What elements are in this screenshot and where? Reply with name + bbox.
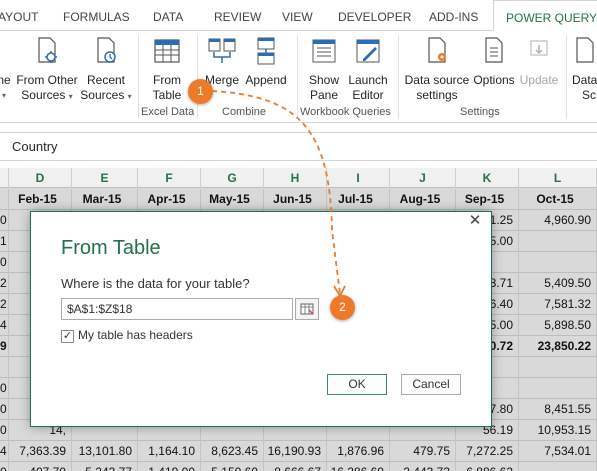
callout-badge-2: 2	[330, 295, 355, 320]
callout-badge-1: 1	[188, 79, 213, 104]
callout-arrow	[211, 90, 346, 298]
